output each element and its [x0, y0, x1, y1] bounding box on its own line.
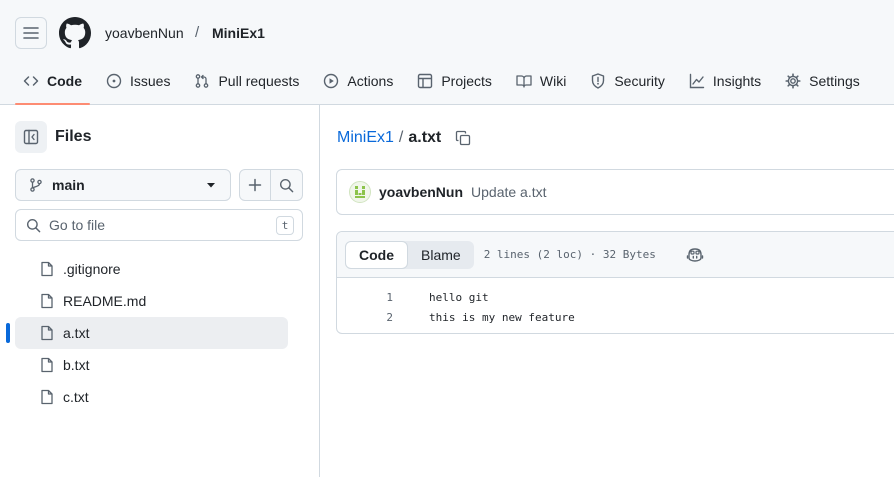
avatar[interactable] — [349, 181, 371, 203]
tab-label: Wiki — [539, 73, 567, 89]
tab-code[interactable]: Code — [15, 64, 90, 105]
file-icon — [41, 389, 53, 405]
caret-down-icon — [207, 183, 215, 188]
file-tree-item-selected[interactable]: a.txt — [6, 317, 288, 349]
tab-issues[interactable]: Issues — [98, 64, 178, 98]
keyboard-shortcut-hint: t — [276, 216, 294, 235]
file-info: 2 lines (2 loc) · 32 Bytes — [483, 248, 656, 261]
tab-wiki[interactable]: Wiki — [508, 64, 574, 98]
file-tree-item[interactable]: README.md — [15, 285, 288, 317]
line-number[interactable]: 2 — [337, 311, 393, 324]
file-name: c.txt — [63, 389, 89, 405]
github-logo-icon[interactable] — [59, 17, 91, 49]
tab-security[interactable]: Security — [582, 64, 673, 98]
tab-settings[interactable]: Settings — [777, 64, 868, 98]
issue-icon — [106, 73, 122, 89]
repo-nav: Code Issues Pull requests Actions Projec… — [15, 64, 876, 105]
copy-icon — [456, 130, 471, 146]
copilot-icon — [686, 247, 704, 262]
search-files-button[interactable] — [271, 170, 302, 200]
tab-label: Security — [614, 73, 665, 89]
path-separator: / — [398, 129, 404, 146]
file-name: a.txt — [63, 325, 90, 341]
tab-label: Insights — [712, 73, 762, 89]
code-line: 1 hello git — [337, 287, 894, 307]
branch-icon — [30, 178, 42, 192]
file-path-breadcrumb: MiniEx1 / a.txt — [337, 129, 471, 147]
tab-insights[interactable]: Insights — [681, 64, 769, 98]
tab-projects[interactable]: Projects — [409, 64, 500, 98]
file-tree-sidebar: Files main Go to file t .gitignore READM… — [0, 105, 320, 477]
line-text: this is my new feature — [429, 310, 575, 324]
code-view-button[interactable]: Code — [345, 240, 408, 269]
book-icon — [516, 75, 532, 88]
file-name: .gitignore — [63, 261, 121, 277]
breadcrumb-separator: / — [195, 24, 200, 41]
table-icon — [418, 73, 433, 89]
repo-header: yoavbenNun / MiniEx1 Code Issues Pull re… — [0, 0, 894, 105]
copy-path-button[interactable] — [455, 130, 471, 146]
search-icon — [26, 218, 41, 232]
collapse-sidebar-button[interactable] — [15, 121, 47, 153]
file-tree-item[interactable]: .gitignore — [15, 253, 288, 285]
file-tree-item[interactable]: c.txt — [15, 381, 288, 413]
file-name: README.md — [63, 293, 147, 309]
file-name: b.txt — [63, 357, 90, 373]
line-number[interactable]: 1 — [337, 291, 393, 304]
file-icon — [41, 261, 53, 277]
tab-label: Issues — [130, 73, 171, 89]
sidebar-collapse-icon — [23, 129, 39, 145]
graph-icon — [689, 73, 705, 89]
identicon-icon — [355, 186, 365, 198]
code-icon — [23, 76, 39, 86]
commit-author[interactable]: yoavbenNun — [379, 184, 463, 200]
path-repo-link[interactable]: MiniEx1 — [337, 129, 394, 147]
add-file-button[interactable] — [240, 170, 272, 200]
tab-label: Pull requests — [218, 73, 300, 89]
file-icon — [41, 325, 53, 341]
file-viewer-header: Code Blame 2 lines (2 loc) · 32 Bytes — [337, 232, 894, 278]
sidebar-title: Files — [55, 128, 92, 145]
branch-selector[interactable]: main — [15, 169, 231, 201]
hamburger-icon — [23, 27, 39, 39]
file-icon — [41, 293, 53, 309]
tab-label: Projects — [441, 73, 492, 89]
shield-icon — [592, 73, 605, 89]
file-tree: .gitignore README.md a.txt b.txt c.txt — [6, 253, 288, 413]
pull-request-icon — [196, 74, 209, 88]
breadcrumb-repo[interactable]: MiniEx1 — [212, 25, 265, 41]
selection-indicator — [6, 323, 10, 343]
file-viewer: Code Blame 2 lines (2 loc) · 32 Bytes 1 … — [336, 231, 894, 334]
view-toggle: Code Blame — [345, 240, 474, 269]
commit-message[interactable]: Update a.txt — [471, 184, 547, 200]
tab-label: Actions — [347, 73, 394, 89]
path-file-name: a.txt — [408, 129, 442, 146]
tab-label: Settings — [809, 73, 860, 89]
tree-actions — [239, 169, 303, 201]
menu-button[interactable] — [15, 17, 47, 49]
branch-name: main — [52, 177, 85, 193]
blame-view-button[interactable]: Blame — [408, 241, 474, 269]
breadcrumb-owner[interactable]: yoavbenNun — [105, 25, 184, 41]
play-icon — [324, 73, 339, 89]
file-tree-item[interactable]: b.txt — [15, 349, 288, 381]
file-icon — [41, 357, 53, 373]
plus-icon — [248, 178, 262, 192]
line-text: hello git — [429, 290, 489, 304]
tab-label: Code — [47, 73, 82, 89]
gear-icon — [785, 73, 801, 89]
tab-pull-requests[interactable]: Pull requests — [186, 64, 307, 98]
go-to-file-input[interactable]: Go to file t — [15, 209, 303, 241]
code-listing: 1 hello git 2 this is my new feature — [337, 278, 894, 327]
tab-actions[interactable]: Actions — [315, 64, 401, 98]
latest-commit-bar: yoavbenNun Update a.txt — [336, 169, 894, 215]
go-to-file-placeholder: Go to file — [49, 217, 106, 233]
code-line: 2 this is my new feature — [337, 307, 894, 327]
copilot-button[interactable] — [686, 247, 704, 263]
search-icon — [279, 178, 294, 192]
